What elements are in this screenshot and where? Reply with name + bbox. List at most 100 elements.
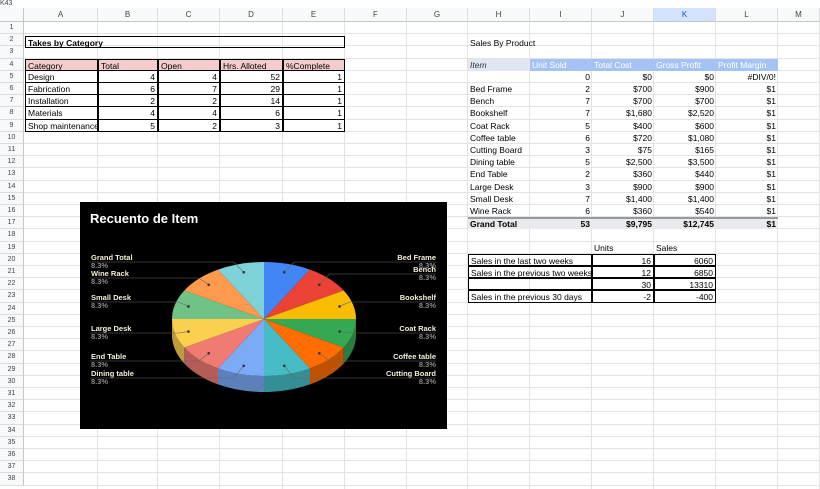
leader-dot: [317, 283, 321, 287]
row-header-38[interactable]: 38: [0, 473, 24, 486]
row-header-7[interactable]: 7: [0, 95, 24, 108]
column-header-l[interactable]: L: [716, 8, 778, 22]
row-header-28[interactable]: 28: [0, 351, 24, 364]
column-header-m[interactable]: M: [778, 8, 820, 22]
row-header-30[interactable]: 30: [0, 375, 24, 388]
sales-total-cell: $9,795: [626, 219, 652, 230]
row-header-24[interactable]: 24: [0, 302, 24, 315]
row-header-16[interactable]: 16: [0, 205, 24, 218]
pie-chart[interactable]: Recuento de Item Bed Frame 8.3% Bench 8.3% B…: [80, 202, 447, 429]
row-header-13[interactable]: 13: [0, 168, 24, 181]
row-header-15[interactable]: 15: [0, 192, 24, 205]
chart-label-percent: 8.3%: [418, 332, 436, 341]
sales-cell: Small Desk: [470, 193, 513, 204]
column-header-e[interactable]: E: [283, 8, 345, 22]
tasks-cell: 1: [283, 119, 345, 132]
sales-cell: $700: [633, 96, 652, 107]
column-header-d[interactable]: D: [220, 8, 283, 22]
chart-label-percent: 8.3%: [418, 301, 436, 310]
sales-cell: $700: [633, 84, 652, 94]
row-header-32[interactable]: 32: [0, 400, 24, 413]
sales-cell: $1: [766, 96, 776, 107]
row-header-2[interactable]: 2: [0, 34, 24, 47]
sales-cell: $360: [633, 206, 652, 216]
tasks-cell: 29: [220, 83, 283, 96]
row-header-31[interactable]: 31: [0, 388, 24, 401]
grid-hline: [24, 460, 820, 462]
row-header-11[interactable]: 11: [0, 144, 24, 157]
row-header-25[interactable]: 25: [0, 314, 24, 327]
tasks-header-cell: Open: [158, 58, 220, 71]
row-header-9[interactable]: 9: [0, 119, 24, 132]
sales-cell: Coat Rack: [470, 120, 510, 131]
sales-cell: $1: [766, 169, 776, 180]
sales-cell: $1: [766, 145, 776, 155]
row-header-23[interactable]: 23: [0, 290, 24, 303]
row-header-21[interactable]: 21: [0, 266, 24, 279]
tasks-cell: 14: [220, 95, 283, 108]
row-header-22[interactable]: 22: [0, 278, 24, 291]
row-header-10[interactable]: 10: [0, 131, 24, 144]
tasks-cell: 4: [98, 70, 158, 83]
tasks-cell: 2: [98, 95, 158, 108]
row-header-26[interactable]: 26: [0, 327, 24, 340]
row-header-33[interactable]: 33: [0, 412, 24, 425]
row-header-5[interactable]: 5: [0, 70, 24, 83]
column-header-k[interactable]: K: [654, 8, 716, 22]
sales-cell: 7: [585, 108, 590, 119]
sales-header-cell: Unit Sold: [530, 58, 592, 71]
column-header-g[interactable]: G: [407, 8, 468, 22]
summary-header: Sales: [656, 242, 678, 253]
row-header-18[interactable]: 18: [0, 229, 24, 242]
column-header-c[interactable]: C: [158, 8, 220, 22]
sales-cell: 5: [585, 120, 590, 131]
row-header-1[interactable]: 1: [0, 22, 24, 35]
name-box[interactable]: K43: [0, 0, 24, 7]
row-header-19[interactable]: 19: [0, 241, 24, 254]
sales-cell: $900: [695, 181, 714, 192]
grid-hline: [24, 484, 820, 486]
sales-cell: $1,080: [688, 132, 714, 143]
sales-cell: $1: [766, 206, 776, 216]
select-all-corner[interactable]: [0, 8, 24, 22]
grid-hline: [24, 472, 820, 474]
row-header-29[interactable]: 29: [0, 363, 24, 376]
tasks-cell: 5: [98, 119, 158, 132]
sales-cell: $1: [766, 157, 776, 168]
tasks-cell: 1: [283, 95, 345, 108]
row-header-3[interactable]: 3: [0, 46, 24, 59]
row-header-8[interactable]: 8: [0, 107, 24, 120]
sales-cell: $600: [695, 120, 714, 131]
row-header-36[interactable]: 36: [0, 449, 24, 462]
row-header-12[interactable]: 12: [0, 156, 24, 169]
row-header-20[interactable]: 20: [0, 253, 24, 266]
column-header-j[interactable]: J: [592, 8, 654, 22]
sales-cell: Wine Rack: [470, 206, 512, 216]
column-header-f[interactable]: F: [345, 8, 407, 22]
summary-cell: -2: [592, 290, 654, 303]
row-header-14[interactable]: 14: [0, 180, 24, 193]
column-header-h[interactable]: H: [468, 8, 530, 22]
tasks-cell: Fabrication: [25, 83, 98, 96]
tasks-cell: Design: [25, 70, 98, 83]
sales-cell: $1: [766, 193, 776, 204]
sales-total-cell: $1: [766, 219, 776, 230]
sales-total-cell: Grand Total: [470, 219, 518, 230]
leader-dot: [207, 351, 211, 355]
row-header-6[interactable]: 6: [0, 83, 24, 96]
chart-label-percent: 8.3%: [418, 377, 436, 386]
column-header-a[interactable]: A: [24, 8, 98, 22]
row-header-35[interactable]: 35: [0, 436, 24, 449]
row-header-17[interactable]: 17: [0, 217, 24, 230]
row-header-37[interactable]: 37: [0, 461, 24, 474]
chart-label-percent: 8.3%: [418, 360, 436, 369]
column-header-i[interactable]: I: [530, 8, 592, 22]
column-header-b[interactable]: B: [98, 8, 158, 22]
sales-cell: $400: [633, 120, 652, 131]
row-header-27[interactable]: 27: [0, 339, 24, 352]
row-header-4[interactable]: 4: [0, 58, 24, 71]
sales-cell: 6: [585, 206, 590, 216]
sales-header-cell: Total Cost: [592, 58, 654, 71]
sales-cell: $360: [633, 169, 652, 180]
row-header-34[interactable]: 34: [0, 424, 24, 437]
